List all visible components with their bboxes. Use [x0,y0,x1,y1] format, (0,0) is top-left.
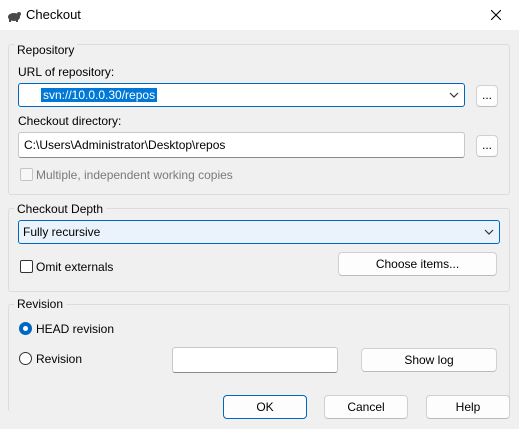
url-combobox[interactable]: svn://10.0.0.30/repos [18,83,465,107]
close-button[interactable] [473,0,519,30]
multiple-working-copies-label: Multiple, independent working copies [36,168,233,182]
title-bar: Checkout [0,0,519,30]
checkout-directory-label: Checkout directory: [18,114,122,128]
tortoise-icon [8,12,21,22]
omit-externals-label: Omit externals [36,260,114,274]
chevron-down-icon[interactable] [483,226,495,238]
dialog-body: Repository URL of repository: svn://10.0… [1,30,518,428]
browse-directory-button[interactable]: ... [476,135,498,157]
url-value: svn://10.0.0.30/repos [41,88,158,102]
checkout-depth-combobox[interactable]: Fully recursive [18,220,500,244]
cancel-button[interactable]: Cancel [324,395,408,419]
checkout-depth-group-label: Checkout Depth [14,202,107,216]
chevron-down-icon[interactable] [448,89,460,101]
checkout-directory-value: C:\Users\Administrator\Desktop\repos [24,138,226,152]
browse-url-button[interactable]: ... [476,85,498,107]
multiple-working-copies-checkbox[interactable] [20,168,33,181]
specific-revision-label: Revision [36,352,83,366]
choose-items-button[interactable]: Choose items... [338,252,497,276]
revision-group-label: Revision [14,297,67,311]
omit-externals-checkbox[interactable] [20,260,33,273]
close-icon [491,10,501,20]
show-log-button[interactable]: Show log [361,348,497,372]
help-button[interactable]: Help [426,395,510,419]
head-revision-radio[interactable] [19,322,32,335]
checkout-depth-value: Fully recursive [23,225,101,239]
revision-number-field[interactable] [172,347,338,373]
url-label: URL of repository: [18,65,115,79]
ok-button[interactable]: OK [223,395,307,419]
repository-group-label: Repository [14,43,78,57]
head-revision-label: HEAD revision [36,322,115,336]
specific-revision-radio[interactable] [19,352,32,365]
checkout-directory-field[interactable]: C:\Users\Administrator\Desktop\repos [18,132,465,158]
window-title: Checkout [26,7,81,22]
